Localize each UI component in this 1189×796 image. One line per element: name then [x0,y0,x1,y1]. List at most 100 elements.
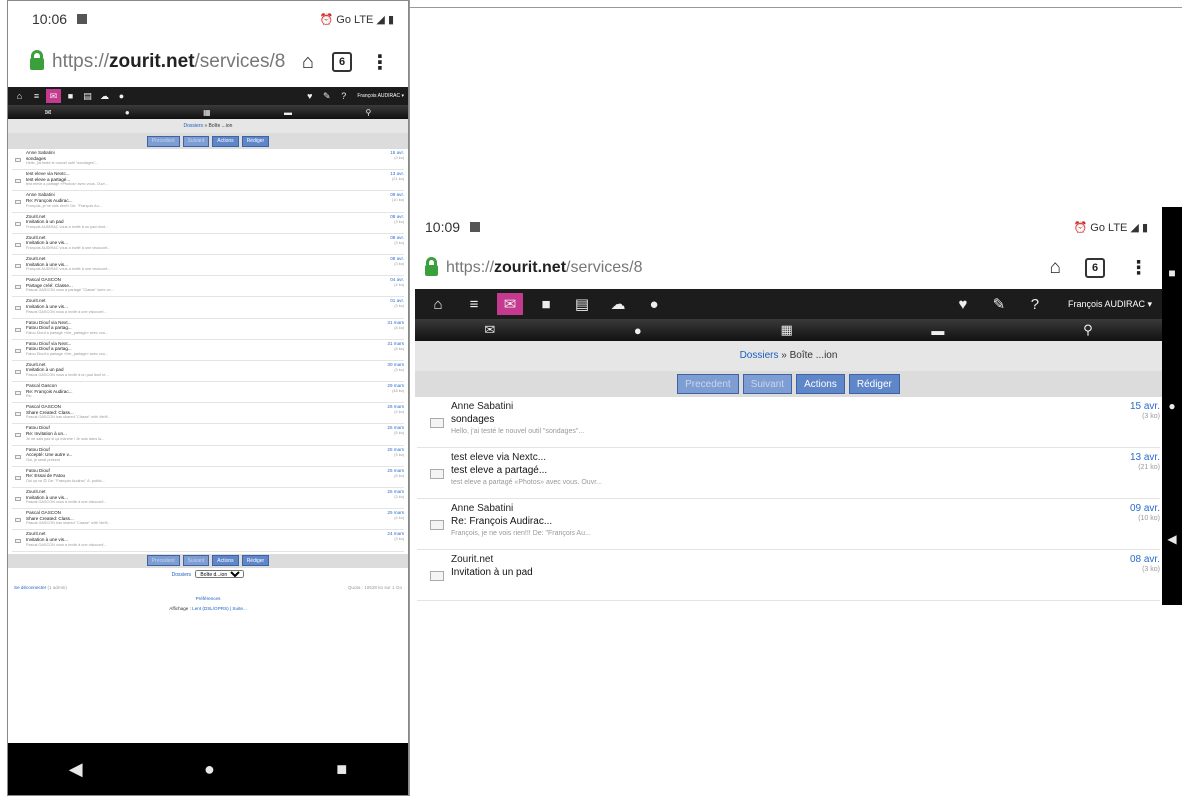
compose-button-bottom[interactable]: Rédiger [241,555,270,567]
actions-button-bottom[interactable]: Actions [212,555,239,567]
next-button-bottom[interactable]: Suivant [182,555,210,567]
recents-icon[interactable]: ■ [336,759,347,780]
breadcrumb-folders-link[interactable]: Dossiers [740,350,779,361]
house-icon[interactable]: ⌂ [12,89,27,103]
message-row[interactable]: test eleve via Nextc... test eleve a part… [417,448,1160,499]
actions-button[interactable]: Actions [212,135,239,147]
message-subject[interactable]: sondages [451,413,1130,426]
message-row[interactable]: Anne Sabatini sondages Hello, j'ai testé l… [12,149,404,171]
menu-icon[interactable]: ⋮ [370,50,390,75]
status-bar: 10:06 ⏰ Go LTE ◢ ▮ [8,1,408,37]
cloud-icon[interactable]: ☁ [605,293,631,315]
message-row[interactable]: Zourit.net Invitation à un pad 08 avr. (3 k… [417,550,1160,601]
message-row[interactable]: Anne Sabatini Re: François Audirac... Fran… [12,191,404,213]
message-row[interactable]: Fatou Diouf Re: Essai de Fatou Oui ça va 😊… [12,467,404,488]
document-icon[interactable]: ▤ [569,293,595,315]
display-mode-link[interactable]: Lent (DSL/GPRS) | Suite... [192,606,247,611]
envelope-icon [430,469,444,479]
message-row[interactable]: Pascal Gascon Re: François Audirac... Re: 2… [12,382,404,404]
message-row[interactable]: Anne Sabatini sondages Hello, j'ai testé l… [417,397,1160,448]
envelope-icon[interactable]: ✉ [484,322,495,338]
message-row[interactable]: Pascal GASCON Share Created: Class... Pasc… [12,403,404,425]
hamburger-icon[interactable]: ≡ [461,293,487,315]
message-row[interactable]: Fatou Diouf via Next... Fatou Diouf a par… [12,319,404,340]
house-icon[interactable]: ⌂ [425,293,451,315]
contacts-icon[interactable]: ● [634,323,642,338]
tab-count[interactable]: 6 [332,52,352,72]
message-row[interactable]: Zourit.net Invitation à une vis... Françoi… [12,234,404,255]
recents-icon[interactable]: ■ [1168,266,1175,280]
home-button-icon[interactable]: ● [204,759,215,780]
message-row[interactable]: Zourit.net Invitation à une vis... Pascal … [12,530,404,552]
next-button[interactable]: Suivant [182,135,210,147]
breadcrumb-folders-link[interactable]: Dossiers [184,123,203,129]
help-icon[interactable]: ? [336,89,351,103]
back-icon[interactable]: ◀ [69,759,83,780]
message-row[interactable]: Zourit.net Invitation à un pad François AU… [12,213,404,234]
actions-button[interactable]: Actions [796,374,845,394]
message-row[interactable]: Fatou Diouf Accepté: Une autre v... Oui, j… [12,446,404,467]
message-row[interactable]: Zourit.net Invitation à une vis... Françoi… [12,255,404,277]
chat-icon[interactable]: ● [114,89,129,103]
message-row[interactable]: Pascal GASCON Share Created: Class... Pasc… [12,509,404,531]
folder-icon[interactable]: ▬ [284,108,292,117]
address-bar[interactable]: https://zourit.net/services/8 ⌂ 6 ⋮ [415,247,1162,289]
search-icon[interactable]: ⚲ [365,108,371,117]
hamburger-icon[interactable]: ≡ [29,89,44,103]
tab-count[interactable]: 6 [1085,258,1105,278]
search-icon[interactable]: ⚲ [1083,322,1093,338]
user-menu[interactable]: François AUDIRAC ▾ [1068,299,1152,310]
chat-icon[interactable]: ● [641,293,667,315]
cloud-icon[interactable]: ☁ [97,89,112,103]
message-row[interactable]: Zourit.net Invitation à un pad Pascal GASC… [12,361,404,383]
message-subject[interactable]: test eleve a partagé... [451,464,1130,477]
message-preview: François, je ne vois rien!!! De: "Franço… [451,530,591,537]
help-icon[interactable]: ? [1022,293,1048,315]
home-icon[interactable]: ⌂ [1050,257,1061,279]
calendar-icon[interactable]: ▦ [780,322,792,338]
landscape-screenshot: 10:09 ⏰ Go LTE ◢ ▮ https://zourit.net/se… [415,207,1182,605]
mail-icon[interactable]: ✉ [46,89,61,103]
folder-selector-row: Dossiers Boîte d...ion [8,568,408,582]
previous-button-bottom[interactable]: Precedent [146,555,180,567]
user-menu[interactable]: François AUDIRAC ▾ [357,93,404,99]
health-icon[interactable]: ♥ [302,89,317,103]
address-bar[interactable]: https://zourit.net/services/8 ⌂ 6 ⋮ [8,37,408,87]
home-button-icon[interactable]: ● [1168,399,1175,413]
compose-button[interactable]: Rédiger [848,374,900,394]
message-row[interactable]: Zourit.net Invitation à une vis... Pascal … [12,488,404,510]
pen-icon[interactable]: ✎ [319,89,334,103]
folder-select[interactable]: Boîte d...ion [195,569,245,578]
calendar-icon[interactable]: ▦ [203,108,211,117]
folder-icon[interactable]: ▬ [931,323,944,338]
message-row[interactable]: Anne Sabatini Re: François Audirac... Fran… [417,499,1160,550]
message-size: (3 ko) [394,219,404,224]
message-row[interactable]: test eleve via Nextc... test eleve a part… [12,170,404,192]
video-icon[interactable]: ■ [533,293,559,315]
health-icon[interactable]: ♥ [950,293,976,315]
message-row[interactable]: Zourit.net Invitation à une vis... Pascal … [12,297,404,319]
envelope-icon[interactable]: ✉ [45,108,52,117]
breadcrumb-current: » Boîte ...ion [202,123,233,129]
menu-icon[interactable]: ⋮ [1129,257,1148,280]
home-icon[interactable]: ⌂ [302,51,314,74]
logout-link[interactable]: Se déconnecter [14,585,46,590]
previous-button[interactable]: Precedent [677,374,739,394]
video-icon[interactable]: ■ [63,89,78,103]
compose-button[interactable]: Rédiger [241,135,270,147]
breadcrumb: Dossiers » Boîte ...ion [8,119,408,133]
pen-icon[interactable]: ✎ [986,293,1012,315]
next-button[interactable]: Suivant [742,374,793,394]
message-row[interactable]: Fatou Diouf via Next... Fatou Diouf a par… [12,340,404,361]
message-row[interactable]: Fatou Diouf Re: Invitation à un... Je ne s… [12,424,404,446]
document-icon[interactable]: ▤ [80,89,95,103]
previous-button[interactable]: Precedent [146,135,180,147]
message-subject[interactable]: Re: François Audirac... [451,515,1130,528]
contacts-icon[interactable]: ● [125,108,130,117]
back-icon[interactable]: ◀ [1167,532,1176,546]
message-row[interactable]: Pascal GASCON Partage créé: Classe... Pasc… [12,276,404,298]
preferences-link[interactable]: Préférences [8,594,408,604]
action-bar: Precedent Suivant Actions Rédiger [8,133,408,149]
mail-icon[interactable]: ✉ [497,293,523,315]
message-subject[interactable]: Invitation à un pad [451,566,1130,579]
